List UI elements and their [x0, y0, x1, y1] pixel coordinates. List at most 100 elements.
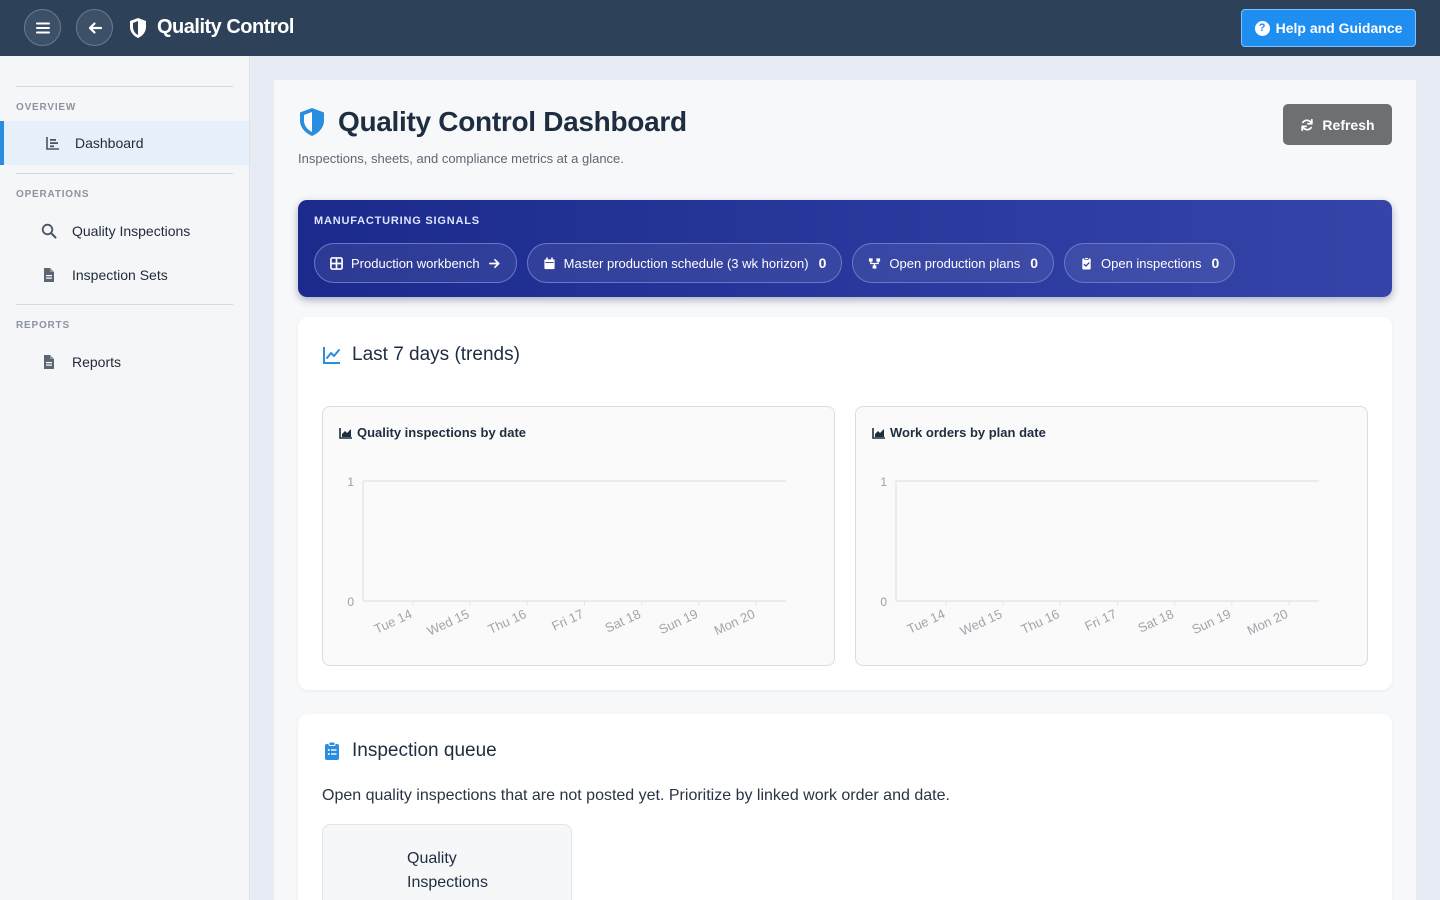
document-icon [40, 353, 58, 371]
data-point [640, 600, 643, 602]
data-point [1288, 600, 1290, 602]
x-tick-label: Wed 15 [958, 606, 1005, 638]
y-tick-label: 0 [880, 595, 887, 609]
sidebar-item-label: Dashboard [75, 135, 144, 151]
shield-icon [300, 108, 324, 136]
data-point [755, 600, 757, 602]
data-point [698, 600, 700, 602]
queue-title-text: Inspection queue [352, 740, 497, 761]
grid-icon [330, 256, 343, 270]
main-panel: Quality Control Dashboard Inspections, s… [274, 80, 1416, 900]
sidebar-item-label: Reports [72, 354, 122, 370]
x-tick-label: Fri 17 [1082, 606, 1118, 634]
sidebar-divider [16, 173, 233, 174]
x-tick-label: Sun 19 [656, 606, 700, 637]
chart-bar-icon [44, 134, 62, 152]
page-title: Quality Control Dashboard [338, 106, 687, 137]
x-tick-label: Thu 16 [1019, 606, 1062, 637]
data-point [1116, 600, 1119, 602]
sidebar-divider [16, 86, 233, 87]
data-point [1173, 600, 1176, 602]
x-tick-label: Mon 20 [1245, 606, 1291, 638]
data-point [526, 600, 529, 602]
queue-tile-quality-inspections[interactable]: Quality Inspections [322, 824, 572, 900]
x-tick-label: Thu 16 [486, 606, 529, 637]
chip-label: Master production schedule (3 wk horizon… [563, 255, 809, 271]
back-button[interactable] [76, 9, 113, 46]
trends-card: Last 7 days (trends) Quality inspections… [298, 317, 1392, 690]
chip-count: 0 [1030, 255, 1038, 271]
y-tick-label: 0 [347, 595, 354, 609]
chip-label: Production workbench [351, 255, 480, 271]
sitemap-icon [869, 257, 881, 269]
data-point [1002, 600, 1004, 602]
sidebar: OVERVIEW Dashboard OPERATIONS Quality In… [0, 56, 250, 900]
clipboard-check-icon [1082, 256, 1091, 270]
chip-production-workbench[interactable]: Production workbench [314, 243, 517, 283]
refresh-button[interactable]: Refresh [1283, 104, 1392, 145]
chip-open-production-plans[interactable]: Open production plans 0 [852, 243, 1054, 283]
data-point [583, 600, 586, 602]
data-point [1059, 600, 1062, 602]
top-bar: Quality Control ? Help and Guidance [0, 0, 1440, 56]
x-tick-label: Fri 17 [549, 606, 585, 634]
shield-icon [130, 17, 146, 38]
queue-title: Inspection queue [322, 740, 497, 762]
trends-title: Last 7 days (trends) [322, 344, 520, 366]
y-tick-label: 1 [347, 475, 354, 489]
y-tick-label: 1 [880, 475, 887, 489]
help-button-label: Help and Guidance [1275, 20, 1403, 36]
chip-master-production-schedule[interactable]: Master production schedule (3 wk horizon… [526, 243, 843, 283]
chart-quality-inspections: Quality inspections by date 0 1 Tue 14 Wed … [322, 406, 835, 666]
chip-open-inspections[interactable]: Open inspections 0 [1064, 243, 1236, 283]
sidebar-section-reports: REPORTS [16, 320, 70, 331]
sidebar-section-operations: OPERATIONS [16, 189, 90, 200]
chart-plot: 0 1 Tue 14 Wed 15 Thu 16 Fri 17 Sat 18 Sun 19 Mo… [880, 475, 1319, 639]
chart-work-orders: Work orders by plan date 0 1 Tue 14 Wed 15 T… [855, 406, 1368, 666]
sidebar-divider [16, 304, 233, 305]
x-tick-label: Sat 18 [603, 606, 643, 635]
queue-tile-label: Quality Inspections [407, 850, 488, 891]
sidebar-item-quality-inspections[interactable]: Quality Inspections [0, 209, 249, 253]
chip-count: 0 [818, 255, 827, 271]
search-icon [40, 222, 58, 240]
data-point [945, 600, 947, 602]
x-tick-label: Sun 19 [1189, 606, 1233, 637]
arrow-left-icon [88, 21, 102, 34]
x-tick-label: Sat 18 [1136, 606, 1176, 635]
x-tick-label: Mon 20 [712, 606, 758, 638]
arrow-right-icon [488, 258, 500, 268]
data-point [412, 600, 414, 602]
sidebar-item-dashboard[interactable]: Dashboard [0, 121, 249, 165]
signals-label: MANUFACTURING SIGNALS [314, 215, 480, 227]
x-tick-label: Wed 15 [425, 606, 472, 638]
chip-label: Open inspections [1101, 255, 1202, 271]
hamburger-icon [35, 22, 50, 33]
data-point [469, 600, 471, 602]
page-header: Quality Control Dashboard [298, 106, 687, 138]
manufacturing-signals-panel: MANUFACTURING SIGNALS Production workben… [298, 200, 1392, 297]
sidebar-item-label: Quality Inspections [72, 223, 191, 239]
chip-count: 0 [1211, 255, 1220, 271]
clipboard-list-icon [325, 741, 339, 760]
document-icon [40, 266, 58, 284]
data-point [1231, 600, 1233, 602]
signal-chips: Production workbench Master production s… [314, 243, 1236, 283]
chip-label: Open production plans [889, 255, 1021, 271]
sidebar-item-inspection-sets[interactable]: Inspection Sets [0, 253, 249, 297]
queue-description: Open quality inspections that are not po… [322, 787, 950, 804]
help-button[interactable]: ? Help and Guidance [1241, 9, 1416, 47]
chart-plot: 0 1 Tue 14 Wed 15 Thu 16 Fri 17 Sat 18 Sun 19 Mo… [347, 475, 786, 639]
sidebar-item-reports[interactable]: Reports [0, 340, 249, 384]
sidebar-item-label: Inspection Sets [72, 267, 168, 283]
sidebar-section-overview: OVERVIEW [16, 102, 77, 113]
refresh-icon [1301, 118, 1314, 131]
app-title-text: Quality Control [157, 16, 294, 38]
menu-button[interactable] [24, 9, 61, 46]
x-tick-label: Tue 14 [372, 606, 415, 636]
question-icon: ? [1254, 20, 1270, 36]
inspection-queue-card: Inspection queue Open quality inspection… [298, 714, 1392, 900]
app-title: Quality Control [128, 16, 294, 39]
refresh-button-label: Refresh [1322, 116, 1375, 133]
x-tick-label: Tue 14 [905, 606, 948, 636]
